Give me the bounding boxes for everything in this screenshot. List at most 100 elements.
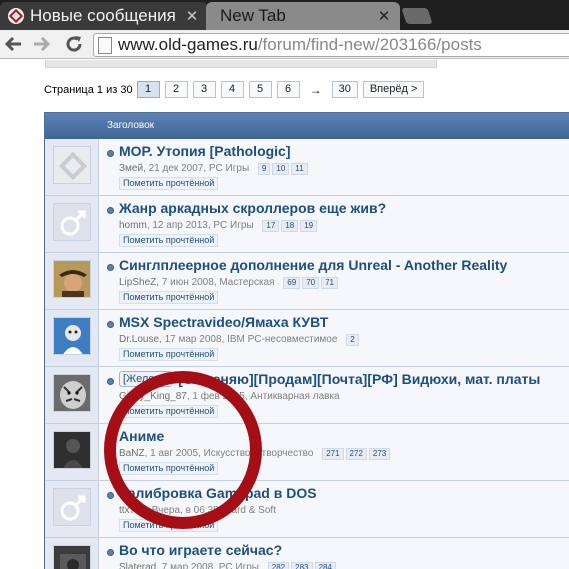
thread-avatar-cell [45, 310, 99, 366]
thread-title[interactable]: MSX Spectravideo/Ямаха КУВТ [119, 314, 328, 330]
thread-pages: 2 [344, 334, 359, 346]
thread-title[interactable]: МОР. Утопия [Pathologic] [119, 143, 291, 159]
page-link-5[interactable]: 5 [248, 81, 272, 98]
thread-meta: LipSheZ, 7 июн 2008, Мастерская 69 70 71 [119, 277, 339, 289]
thread-title[interactable]: Жанр аркадных скроллеров еще жив? [119, 200, 386, 216]
page-link-6[interactable]: 6 [276, 81, 300, 98]
url-host: www.old-games.ru [118, 35, 258, 54]
thread-title[interactable]: [Обменяю][Продам][Почта][РФ] Видюхи, мат… [178, 371, 540, 387]
page-link-2[interactable]: 2 [164, 81, 188, 98]
page-link-3[interactable]: 3 [192, 81, 216, 98]
thread-author[interactable]: Змей [119, 163, 143, 174]
avatar[interactable] [53, 203, 91, 241]
avatar[interactable] [53, 545, 91, 569]
reload-button[interactable] [62, 32, 86, 56]
thread-page-link[interactable]: 283 [291, 562, 313, 569]
thread-author[interactable]: homm [119, 220, 147, 231]
thread-page-link[interactable]: 282 [267, 562, 290, 569]
thread-author[interactable]: Dr.Louse [119, 334, 159, 345]
thread-page-link[interactable]: 273 [368, 448, 391, 460]
thread-forum[interactable]: Мастерская [219, 277, 274, 288]
page-link-last[interactable]: 30 [331, 81, 358, 98]
thread-page-link[interactable]: 70 [302, 277, 320, 289]
tab-close-icon[interactable]: ✕ [376, 7, 392, 25]
page-icon [98, 36, 112, 54]
avatar[interactable] [53, 374, 91, 412]
thread-title-link[interactable]: МОР. Утопия [Pathologic] [119, 143, 291, 159]
mark-read-link[interactable]: Пометить прочтённой [119, 348, 219, 361]
thread-date: , 17 мар 2008, [159, 334, 228, 345]
thread-status-icon [107, 321, 114, 328]
tab-close-icon[interactable]: ✕ [184, 7, 200, 25]
thread-author[interactable]: LipSheZ [119, 277, 156, 288]
red-circle-annotation [104, 371, 262, 529]
thread-rows: МОР. Утопия [Pathologic] Змей, 21 дек 20… [45, 139, 569, 569]
thread-date: , 7 июн 2008, [156, 277, 220, 288]
thread-page-link[interactable]: 271 [322, 448, 344, 460]
mark-read-link[interactable]: Пометить прочтённой [119, 291, 219, 304]
mark-read-link[interactable]: Пометить прочтённой [119, 177, 219, 190]
avatar[interactable] [53, 488, 91, 526]
thread-title-link[interactable]: Во что играете сейчас? [119, 542, 282, 558]
avatar[interactable] [53, 317, 91, 355]
tab-new-tab[interactable]: New Tab ✕ [206, 2, 400, 30]
thread-title-link[interactable]: Жанр аркадных скроллеров еще жив? [119, 200, 386, 216]
column-title-header[interactable]: Заголовок [107, 120, 154, 131]
page-link-4[interactable]: 4 [220, 81, 244, 98]
thread-page-link[interactable]: 69 [283, 277, 301, 289]
tab-title: Новые сообщения [30, 6, 176, 25]
browser-tab-strip: Новые сообщения ✕ New Tab ✕ [0, 0, 569, 30]
avatar[interactable] [53, 431, 91, 469]
thread-title[interactable]: Во что играете сейчас? [119, 542, 282, 558]
back-arrow-icon [4, 36, 21, 52]
thread-forum[interactable]: PC Игры [209, 163, 249, 174]
thread-row: Во что играете сейчас? Slaterad, 7 мар 2… [45, 538, 569, 569]
thread-page-link[interactable]: 71 [321, 277, 339, 289]
next-page-button[interactable]: Вперёд > [362, 81, 425, 98]
thread-page-link[interactable]: 2 [346, 334, 359, 346]
mark-read-link[interactable]: Пометить прочтённой [119, 234, 219, 247]
avatar[interactable] [53, 260, 91, 298]
thread-pages: 69 70 71 [281, 277, 339, 289]
thread-status-icon [107, 549, 114, 556]
thread-status-icon [107, 264, 114, 271]
thread-row: MSX Spectravideo/Ямаха КУВТ Dr.Louse, 17… [45, 310, 569, 367]
thread-avatar-cell [45, 424, 99, 480]
thread-title-link[interactable]: MSX Spectravideo/Ямаха КУВТ [119, 314, 328, 330]
table-header: Заголовок [45, 113, 569, 139]
pagination: Страница 1 из 30 1 2 3 4 5 6 → 30 Вперёд… [44, 81, 429, 98]
thread-author[interactable]: Slaterad [119, 562, 156, 569]
avatar[interactable] [53, 146, 91, 184]
thread-page-link[interactable]: 9 [257, 163, 271, 175]
thread-page-link[interactable]: 11 [291, 163, 308, 175]
thread-row: МОР. Утопия [Pathologic] Змей, 21 дек 20… [45, 139, 569, 196]
url-path: /forum/find-new/203166/posts [257, 35, 482, 54]
thread-meta: Dr.Louse, 17 мар 2008, IBM PC-несовмести… [119, 334, 359, 346]
thread-page-link[interactable]: 18 [281, 220, 299, 232]
new-tab-button[interactable] [401, 8, 433, 24]
thread-page-link[interactable]: 272 [345, 448, 367, 460]
thread-date: , 7 мар 2008, [156, 562, 219, 569]
thread-title-link[interactable]: Синглплеерное дополнение для Unreal - An… [119, 257, 507, 273]
tab-new-posts[interactable]: Новые сообщения ✕ [0, 2, 208, 30]
thread-page-link[interactable]: 19 [300, 220, 318, 232]
thread-main: МОР. Утопия [Pathologic] Змей, 21 дек 20… [99, 139, 569, 195]
address-bar[interactable]: www.old-games.ru/forum/find-new/203166/p… [93, 33, 569, 57]
forward-button[interactable] [29, 32, 53, 56]
thread-meta: homm, 12 апр 2013, PC Игры 17 18 19 [119, 220, 318, 232]
browser-toolbar: www.old-games.ru/forum/find-new/203166/p… [0, 30, 569, 59]
thread-page-link[interactable]: 284 [314, 562, 336, 569]
page-link-1[interactable]: 1 [136, 81, 160, 98]
thread-page-link[interactable]: 10 [272, 163, 290, 175]
page-count-label: Страница 1 из 30 [44, 83, 133, 96]
thread-avatar-cell [45, 196, 99, 252]
thread-page-link[interactable]: 17 [262, 220, 280, 232]
thread-title[interactable]: Синглплеерное дополнение для Unreal - An… [119, 257, 507, 273]
thread-forum[interactable]: IBM PC-несовместимое [227, 334, 337, 345]
thread-forum[interactable]: PC Игры [219, 562, 259, 569]
thread-forum[interactable]: Антикварная лавка [250, 391, 339, 402]
back-button[interactable] [2, 32, 26, 56]
thread-forum[interactable]: PC Игры [213, 220, 253, 231]
thread-avatar-cell [45, 481, 99, 537]
thread-pages: 271 272 273 [320, 448, 391, 460]
